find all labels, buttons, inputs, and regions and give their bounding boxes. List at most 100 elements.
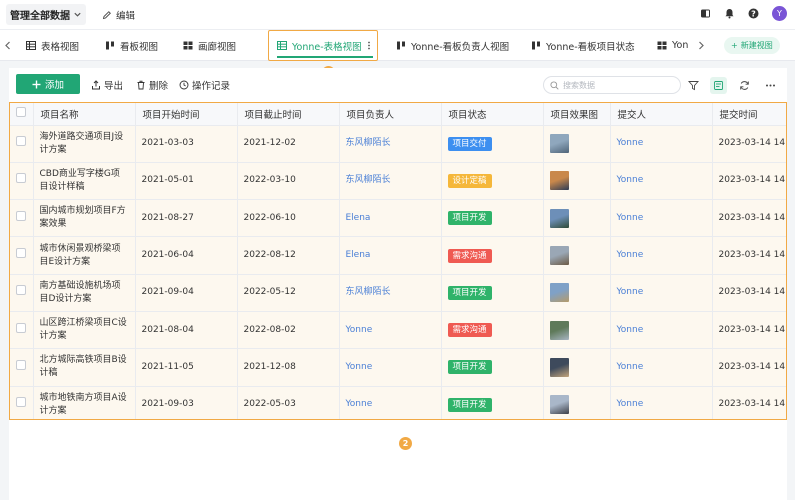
image-cell[interactable] [543,348,611,387]
owner-cell[interactable]: Yonne [339,386,442,419]
more-vertical-icon[interactable] [367,41,371,50]
more-options-button[interactable] [762,77,779,94]
help-icon[interactable]: ? [748,8,759,19]
start-date-cell[interactable]: 2021-08-04 [135,311,238,350]
owner-cell[interactable]: 东风柳陌长 [339,274,442,312]
owner-cell[interactable]: Yonne [339,311,442,350]
submitter-link[interactable]: Yonne [617,213,644,223]
owner-cell[interactable]: 东风柳陌长 [339,125,442,163]
tab-kanban-view[interactable]: 看板视图 [105,36,158,55]
status-cell[interactable]: 项目开发 [441,348,544,387]
submitter-cell[interactable]: Yonne [610,274,713,312]
owner-cell[interactable]: Elena [339,199,442,238]
status-cell[interactable]: 需求沟通 [441,311,544,350]
start-date-cell[interactable]: 2021-11-05 [135,348,238,387]
end-date-cell[interactable]: 2022-08-12 [237,236,340,275]
submit-time-cell[interactable]: 2023-03-14 14:12:3 [712,311,786,350]
submit-time-cell[interactable]: 2023-03-14 14:12:3 [712,386,786,419]
column-header[interactable]: 项目状态 [441,103,544,126]
column-header[interactable]: 项目开始时间 [135,103,238,126]
project-name-cell[interactable]: 北方城际高铁项目B设计稿 [33,348,136,387]
column-header[interactable]: 项目截止时间 [237,103,340,126]
image-cell[interactable] [543,311,611,350]
project-name-cell[interactable]: 城市休闲景观桥梁项目E设计方案 [33,236,136,275]
project-name-cell[interactable]: CBD商业写字楼G项目设计样稿 [33,162,136,201]
refresh-button[interactable] [736,77,753,94]
sidebar-toggle-icon[interactable] [700,8,711,19]
table-row[interactable]: 城市地铁南方项目A设计方案 2021-09-03 2022-05-03 Yonne 项目… [10,386,786,419]
project-thumbnail[interactable] [549,395,569,415]
row-checkbox[interactable] [16,359,27,370]
submitter-cell[interactable]: Yonne [610,162,713,201]
end-date-cell[interactable]: 2021-12-02 [237,125,340,163]
submitter-cell[interactable]: Yonne [610,199,713,238]
row-checkbox[interactable] [16,136,27,147]
row-checkbox[interactable] [16,397,27,408]
start-date-cell[interactable]: 2021-03-03 [135,125,238,163]
select-all-checkbox[interactable] [16,107,27,118]
submit-time-cell[interactable]: 2023-03-14 14:12:3 [712,125,786,163]
submitter-cell[interactable]: Yonne [610,311,713,350]
tab-table-view[interactable]: 表格视图 [26,36,79,55]
start-date-cell[interactable]: 2021-06-04 [135,236,238,275]
owner-cell[interactable]: Elena [339,236,442,275]
image-cell[interactable] [543,199,611,238]
add-button[interactable]: 添加 [16,74,80,94]
status-cell[interactable]: 项目开发 [441,274,544,312]
submitter-link[interactable]: Yonne [617,175,644,185]
submitter-link[interactable]: Yonne [617,287,644,297]
column-header[interactable]: 项目效果图 [543,103,611,126]
end-date-cell[interactable]: 2021-12-08 [237,348,340,387]
operation-log-button[interactable]: 操作记录 [179,78,230,92]
column-header[interactable]: 项目负责人 [339,103,442,126]
project-thumbnail[interactable] [549,357,569,377]
submitter-cell[interactable]: Yonne [610,348,713,387]
start-date-cell[interactable]: 2021-05-01 [135,162,238,201]
owner-link[interactable]: 东风柳陌长 [346,175,391,185]
project-thumbnail[interactable] [549,246,569,266]
tab-yonne-kanban-status[interactable]: Yonne-看板项目状态 [531,36,635,55]
owner-link[interactable]: Yonne [346,399,373,409]
column-header[interactable]: 提交时间 [712,103,786,126]
start-date-cell[interactable]: 2021-09-04 [135,274,238,312]
project-name-cell[interactable]: 山区跨江桥梁项目C设计方案 [33,311,136,350]
project-thumbnail[interactable] [549,283,569,303]
owner-link[interactable]: 东风柳陌长 [346,138,391,148]
owner-link[interactable]: Elena [346,213,371,223]
dataset-selector[interactable]: 管理全部数据 [6,4,86,25]
start-date-cell[interactable]: 2021-09-03 [135,386,238,419]
column-header[interactable]: 提交人 [610,103,713,126]
owner-cell[interactable]: Yonne [339,348,442,387]
table-row[interactable]: 北方城际高铁项目B设计稿 2021-11-05 2021-12-08 Yonne 项目开… [10,348,786,387]
row-checkbox[interactable] [16,210,27,221]
table-row[interactable]: 南方基础设施机场项目D设计方案 2021-09-04 2022-05-12 东风柳陌长… [10,274,786,312]
table-row[interactable]: 国内城市规划项目F方案效果 2021-08-27 2022-06-10 Elena 项目… [10,199,786,238]
submitter-link[interactable]: Yonne [617,325,644,335]
project-name-cell[interactable]: 南方基础设施机场项目D设计方案 [33,274,136,312]
owner-link[interactable]: Elena [346,250,371,260]
submitter-cell[interactable]: Yonne [610,125,713,163]
submitter-link[interactable]: Yonne [617,250,644,260]
status-cell[interactable]: 项目开发 [441,199,544,238]
end-date-cell[interactable]: 2022-05-12 [237,274,340,312]
submit-time-cell[interactable]: 2023-03-14 14:12:3 [712,236,786,275]
card-view-toggle[interactable] [710,77,727,94]
image-cell[interactable] [543,125,611,163]
image-cell[interactable] [543,274,611,312]
end-date-cell[interactable]: 2022-06-10 [237,199,340,238]
image-cell[interactable] [543,386,611,419]
project-thumbnail[interactable] [549,320,569,340]
image-cell[interactable] [543,162,611,201]
project-name-cell[interactable]: 城市地铁南方项目A设计方案 [33,386,136,419]
search-box[interactable] [543,76,681,94]
edit-button[interactable]: 编辑 [102,8,135,22]
status-cell[interactable]: 需求沟通 [441,236,544,275]
submit-time-cell[interactable]: 2023-03-14 14:12:3 [712,274,786,312]
project-thumbnail[interactable] [549,171,569,191]
bell-icon[interactable] [724,8,735,19]
table-row[interactable]: 城市休闲景观桥梁项目E设计方案 2021-06-04 2022-08-12 Elena… [10,236,786,275]
owner-link[interactable]: Yonne [346,325,373,335]
submitter-link[interactable]: Yonne [617,399,644,409]
chevron-right-icon[interactable] [697,41,705,50]
row-checkbox[interactable] [16,173,27,184]
